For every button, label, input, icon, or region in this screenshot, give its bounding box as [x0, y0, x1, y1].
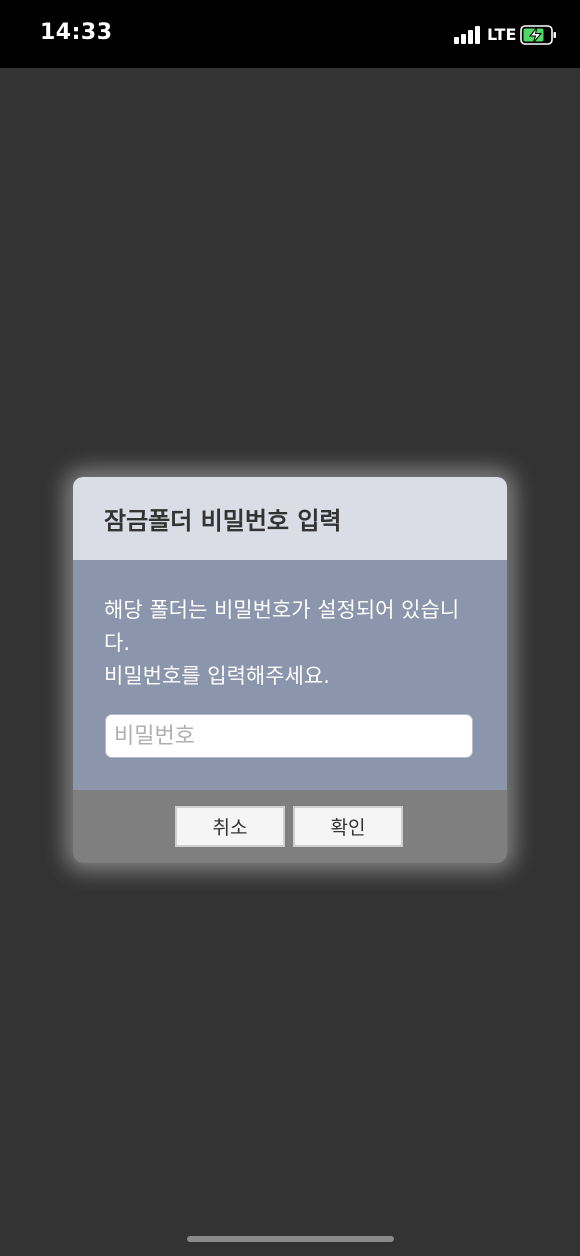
- message-line-2: 비밀번호를 입력해주세요.: [104, 664, 330, 688]
- password-input[interactable]: [105, 714, 473, 758]
- cellular-signal-icon: [454, 26, 482, 44]
- password-dialog: 잠금폴더 비밀번호 입력 해당 폴더는 비밀번호가 설정되어 있습니다. 비밀번…: [73, 477, 507, 863]
- status-bar: 14:33 LTE: [0, 0, 580, 68]
- cancel-button[interactable]: 취소: [175, 806, 285, 847]
- confirm-button[interactable]: 확인: [293, 806, 403, 847]
- message-line-1: 해당 폴더는 비밀번호가 설정되어 있습니다.: [104, 598, 460, 655]
- dialog-footer: 취소 확인: [73, 790, 507, 863]
- network-type: LTE: [487, 25, 517, 44]
- dialog-title: 잠금폴더 비밀번호 입력: [104, 507, 342, 535]
- home-indicator[interactable]: [187, 1236, 394, 1242]
- dialog-body: 해당 폴더는 비밀번호가 설정되어 있습니다. 비밀번호를 입력해주세요.: [73, 560, 507, 790]
- dialog-header: 잠금폴더 비밀번호 입력: [73, 477, 507, 560]
- dialog-message: 해당 폴더는 비밀번호가 설정되어 있습니다. 비밀번호를 입력해주세요.: [104, 594, 484, 693]
- battery-charging-icon: [520, 25, 556, 45]
- status-time: 14:33: [40, 20, 113, 45]
